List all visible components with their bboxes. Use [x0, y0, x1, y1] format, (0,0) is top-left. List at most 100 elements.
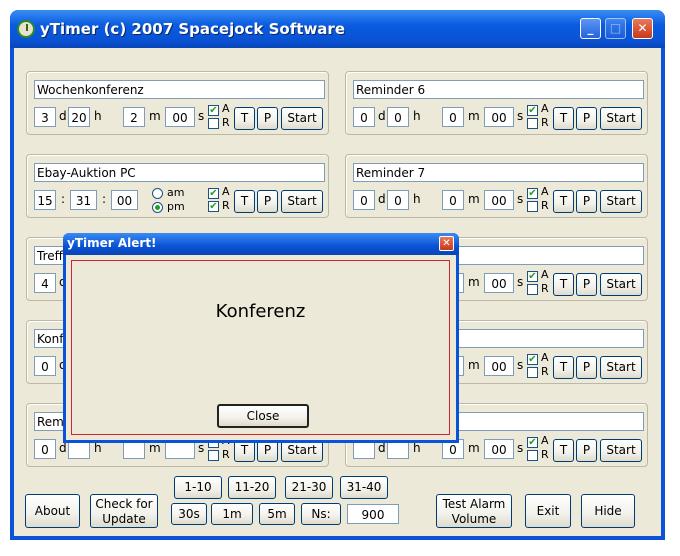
hours-field[interactable]: 20: [68, 107, 90, 127]
maximize-button: □: [605, 18, 626, 39]
minutes-label: m: [468, 192, 480, 206]
repeat-checkbox[interactable]: [208, 118, 219, 129]
am-radio[interactable]: [152, 188, 163, 199]
p-button[interactable]: P: [576, 107, 597, 130]
page-tab-11-20[interactable]: 11-20: [228, 476, 276, 499]
minutes-field[interactable]: 0: [442, 107, 464, 127]
timer-panel: Reminder 7 0 d 0 h 0 m 00 s ✔ A R T P Start: [345, 154, 648, 218]
ns-button[interactable]: Ns:: [301, 503, 341, 525]
alarm-checkbox[interactable]: ✔: [527, 437, 538, 448]
page-tab-31-40[interactable]: 31-40: [340, 476, 388, 499]
title-bar[interactable]: yTimer (c) 2007 Spacejock Software _ □ ✕: [10, 10, 665, 48]
seconds-label: s: [198, 441, 205, 455]
t-button[interactable]: T: [553, 356, 574, 379]
t-button[interactable]: T: [553, 439, 574, 462]
minutes-label: m: [468, 109, 480, 123]
page-tab-21-30[interactable]: 21-30: [285, 476, 333, 499]
p-button[interactable]: P: [576, 190, 597, 213]
hours-field[interactable]: 15: [34, 190, 56, 210]
hours-label: h: [94, 109, 102, 123]
repeat-checkbox[interactable]: [208, 450, 219, 461]
p-button[interactable]: P: [257, 190, 278, 213]
alert-close-button[interactable]: Close: [217, 404, 309, 428]
seconds-field[interactable]: 00: [484, 356, 514, 376]
days-label: d: [378, 192, 386, 206]
repeat-checkbox[interactable]: [527, 284, 538, 295]
alarm-checkbox[interactable]: ✔: [208, 188, 219, 199]
minutes-field[interactable]: 0: [442, 190, 464, 210]
start-button[interactable]: Start: [281, 190, 323, 213]
hide-button[interactable]: Hide: [581, 494, 635, 528]
hours-field[interactable]: 0: [387, 190, 409, 210]
quick-5m-button[interactable]: 5m: [259, 503, 295, 525]
timer-panel: Wochenkonferenz 3 d 20 h 2 m 00 s ✔ A R T P Start: [26, 71, 329, 135]
window-title: yTimer (c) 2007 Spacejock Software: [40, 20, 345, 38]
seconds-field[interactable]: 00: [111, 190, 138, 210]
repeat-checkbox[interactable]: [527, 367, 538, 378]
exit-button[interactable]: Exit: [525, 494, 571, 528]
page-tab-1-10[interactable]: 1-10: [174, 476, 222, 499]
alarm-label: A: [541, 351, 549, 364]
minimize-button[interactable]: _: [580, 18, 601, 39]
p-button[interactable]: P: [257, 107, 278, 130]
alarm-checkbox[interactable]: ✔: [527, 105, 538, 116]
timer-controls-row: 15:31:00 am pm ✔ ✔ A R T P Start: [34, 185, 328, 213]
alert-title-bar[interactable]: yTimer Alert! ✕: [63, 233, 459, 255]
check-update-line-1: Check for: [95, 497, 153, 511]
alert-body: Konferenz Close: [66, 255, 456, 440]
repeat-checkbox[interactable]: ✔: [208, 201, 219, 212]
alert-dialog: yTimer Alert! ✕ Konferenz Close: [63, 233, 459, 443]
days-field[interactable]: 3: [34, 107, 56, 127]
timer-name-input[interactable]: Reminder 7: [353, 163, 644, 182]
ns-value-field[interactable]: 900: [347, 504, 399, 524]
colon-label: :: [61, 192, 66, 206]
minutes-field[interactable]: 2: [123, 107, 145, 127]
quick-1m-button[interactable]: 1m: [211, 503, 253, 525]
timer-name-input[interactable]: Reminder 6: [353, 80, 644, 99]
repeat-checkbox[interactable]: [527, 450, 538, 461]
test-alarm-volume-button[interactable]: Test Alarm Volume: [436, 494, 512, 528]
timer-name-input[interactable]: Wochenkonferenz: [34, 80, 325, 99]
seconds-field[interactable]: 00: [484, 273, 514, 293]
pm-radio[interactable]: [152, 202, 163, 213]
days-field[interactable]: 0: [353, 107, 375, 127]
p-button[interactable]: P: [576, 439, 597, 462]
test-alarm-line-2: Volume: [451, 512, 497, 526]
days-field[interactable]: 0: [34, 356, 56, 376]
alarm-checkbox[interactable]: ✔: [527, 188, 538, 199]
t-button[interactable]: T: [234, 190, 255, 213]
quick-30s-button[interactable]: 30s: [171, 503, 207, 525]
about-button[interactable]: About: [25, 494, 80, 528]
t-button[interactable]: T: [234, 107, 255, 130]
seconds-field[interactable]: 00: [484, 107, 514, 127]
repeat-checkbox[interactable]: [527, 118, 538, 129]
minutes-field[interactable]: 31: [70, 190, 97, 210]
alarm-checkbox[interactable]: ✔: [527, 271, 538, 282]
check-for-update-button[interactable]: Check for Update: [90, 494, 158, 528]
close-button[interactable]: ✕: [632, 18, 653, 39]
alert-close-icon[interactable]: ✕: [439, 236, 454, 251]
t-button[interactable]: T: [553, 190, 574, 213]
seconds-field[interactable]: 00: [165, 107, 195, 127]
days-field[interactable]: 4: [34, 273, 56, 293]
alarm-checkbox[interactable]: ✔: [527, 354, 538, 365]
days-field[interactable]: 0: [34, 439, 56, 459]
start-button[interactable]: Start: [600, 273, 642, 296]
repeat-checkbox[interactable]: [527, 201, 538, 212]
repeat-label: R: [541, 282, 549, 295]
t-button[interactable]: T: [553, 273, 574, 296]
start-button[interactable]: Start: [281, 107, 323, 130]
days-field[interactable]: 0: [353, 190, 375, 210]
t-button[interactable]: T: [553, 107, 574, 130]
start-button[interactable]: Start: [600, 190, 642, 213]
start-button[interactable]: Start: [600, 107, 642, 130]
p-button[interactable]: P: [576, 273, 597, 296]
alarm-checkbox[interactable]: ✔: [208, 105, 219, 116]
start-button[interactable]: Start: [600, 439, 642, 462]
timer-name-input[interactable]: Ebay-Auktion PC: [34, 163, 325, 182]
seconds-field[interactable]: 00: [484, 190, 514, 210]
hours-field[interactable]: 0: [387, 107, 409, 127]
seconds-field[interactable]: 00: [484, 439, 514, 459]
start-button[interactable]: Start: [600, 356, 642, 379]
p-button[interactable]: P: [576, 356, 597, 379]
